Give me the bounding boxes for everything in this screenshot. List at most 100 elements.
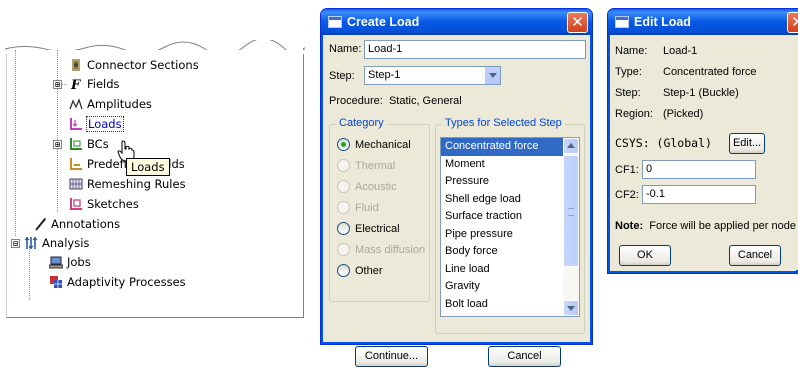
tree-item-label: Jobs (67, 255, 91, 269)
radio-mass-diffusion: Mass diffusion (337, 242, 425, 258)
list-item[interactable]: Line load (441, 261, 579, 279)
scroll-down-icon[interactable] (563, 300, 579, 316)
list-item[interactable]: Pipe pressure (441, 226, 579, 244)
list-item[interactable]: Surface traction (441, 208, 579, 226)
category-title: Category (336, 117, 387, 129)
name-value: Load-1 (663, 45, 698, 57)
expand-bcs-button[interactable]: ⊞ (53, 140, 62, 149)
cancel-button[interactable]: Cancel (729, 245, 781, 266)
edit-load-body: Name: Load-1 Type: Concentrated force St… (611, 35, 798, 270)
tree-item-label: Adaptivity Processes (67, 275, 186, 289)
step-label: Step: (329, 70, 355, 82)
vertical-scrollbar[interactable] (563, 138, 579, 316)
step-select-value: Step-1 (368, 69, 401, 81)
tree-guide-line (15, 50, 16, 236)
scroll-up-icon[interactable] (563, 138, 579, 154)
list-item[interactable]: Gravity (441, 278, 579, 296)
radio-thermal: Thermal (337, 158, 395, 174)
radio-electrical[interactable]: Electrical (337, 221, 400, 237)
continue-button[interactable]: Continue... (355, 346, 428, 367)
csys-edit-button[interactable]: Edit... (729, 133, 765, 154)
tree-item-label: Analysis (42, 236, 90, 250)
radio-dot (337, 159, 350, 172)
list-item[interactable]: Body force (441, 243, 579, 261)
window-icon (328, 16, 342, 28)
svg-text:F: F (70, 78, 81, 91)
scroll-thumb[interactable] (563, 155, 579, 267)
tree-item-label: Amplitudes (87, 97, 152, 111)
radio-dot (337, 243, 350, 256)
step-value: Step-1 (Buckle) (663, 87, 739, 99)
region-label: Region: (615, 108, 653, 120)
type-value: Concentrated force (663, 66, 757, 78)
fields-icon: F (70, 78, 81, 91)
radio-mechanical[interactable]: Mechanical (337, 137, 411, 153)
radio-label: Mechanical (355, 139, 411, 151)
csys-label: CSYS: (Global) (615, 136, 712, 150)
types-listbox[interactable]: Concentrated force Moment Pressure Shell… (440, 137, 580, 317)
list-item[interactable]: Bolt load (441, 296, 579, 314)
radio-label: Mass diffusion (355, 244, 426, 256)
radio-label: Electrical (355, 223, 400, 235)
radio-dot (337, 222, 350, 235)
radio-dot (337, 201, 350, 214)
tooltip: Loads (126, 158, 170, 176)
step-select[interactable]: Step-1 (364, 66, 501, 85)
radio-label: Acoustic (355, 181, 397, 193)
tree-item-label: BCs (87, 137, 109, 151)
cf1-label: CF1: (615, 164, 639, 176)
tree-item-label: Loads (86, 116, 124, 132)
edit-load-titlebar[interactable]: Edit Load ✕ (608, 9, 798, 35)
amplitudes-icon (69, 98, 83, 110)
cf2-input[interactable]: -0.1 (642, 185, 756, 204)
analysis-icon (24, 237, 38, 249)
connector-sections-icon (72, 59, 80, 71)
type-label: Type: (615, 66, 642, 78)
procedure-value: Static, General (388, 95, 462, 107)
radio-other[interactable]: Other (337, 263, 383, 279)
tree-guide-line (57, 50, 58, 212)
tree-guide-line (29, 246, 30, 300)
radio-label: Fluid (355, 202, 379, 214)
close-button[interactable]: ✕ (787, 12, 798, 33)
cf2-label: CF2: (615, 189, 639, 201)
list-item[interactable]: Moment (441, 156, 579, 174)
radio-dot (337, 180, 350, 193)
list-item[interactable]: Pressure (441, 173, 579, 191)
expand-fields-button[interactable]: ⊞ (53, 80, 62, 89)
ok-button[interactable]: OK (619, 245, 671, 266)
step-label: Step: (615, 87, 641, 99)
radio-fluid: Fluid (337, 200, 379, 216)
radio-dot (337, 138, 350, 151)
procedure-row: Procedure: Static, General (329, 95, 462, 107)
tree-item-label-wrap: Loads (86, 115, 124, 133)
note-text: Force will be applied per node (649, 220, 796, 232)
create-load-titlebar[interactable]: Create Load ✕ (321, 9, 592, 35)
category-group: Category Mechanical Thermal Acoustic Flu… (329, 117, 430, 302)
note-bold: Note: (615, 220, 644, 232)
predefined-fields-icon (70, 158, 82, 170)
tree-item-label: Connector Sections (87, 58, 199, 72)
create-load-dialog: Create Load ✕ Name: Load-1 Step: Step-1 … (320, 8, 593, 367)
dialog-title: Edit Load (634, 15, 691, 29)
procedure-label: Procedure: (329, 95, 383, 107)
name-input[interactable]: Load-1 (364, 40, 586, 59)
loads-icon (70, 118, 82, 130)
name-label: Name: (615, 45, 648, 57)
name-label: Name: (329, 43, 362, 55)
dialog-title: Create Load (347, 15, 420, 29)
edit-load-dialog: Edit Load ✕ Name: Load-1 Type: Concentra… (607, 8, 798, 274)
tree-item-label: Sketches (87, 197, 139, 211)
cf1-input[interactable]: 0 (642, 160, 756, 179)
cancel-button[interactable]: Cancel (488, 346, 561, 367)
close-button[interactable]: ✕ (567, 12, 588, 33)
radio-dot (337, 264, 350, 277)
list-item[interactable]: Concentrated force (441, 138, 579, 156)
window-icon (615, 16, 629, 28)
chevron-down-icon[interactable] (484, 67, 500, 84)
collapse-analysis-button[interactable]: ⊟ (11, 239, 20, 248)
annotations-icon (35, 218, 46, 231)
bcs-icon (70, 138, 82, 150)
note-row: Note: Force will be applied per node (615, 220, 796, 232)
list-item[interactable]: Shell edge load (441, 191, 579, 209)
